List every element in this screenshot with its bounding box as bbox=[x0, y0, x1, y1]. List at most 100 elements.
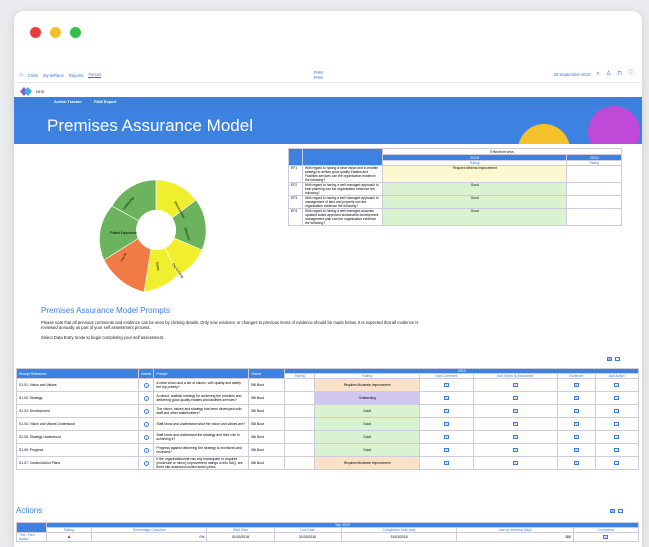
details-icon[interactable]: i bbox=[143, 395, 149, 401]
effectiveness-rating-2020[interactable] bbox=[566, 208, 622, 226]
steps-icon[interactable]: ✎ bbox=[512, 448, 518, 452]
lock-icon[interactable]: ⊓ bbox=[617, 71, 622, 77]
row-ref: S1.06: Progress bbox=[16, 443, 139, 457]
comment-icon[interactable]: ✎ bbox=[444, 461, 449, 465]
evidence-icon[interactable]: ✎ bbox=[573, 409, 579, 413]
effectiveness-rating[interactable]: Good bbox=[381, 208, 568, 226]
expand-icon[interactable]: ⤢ bbox=[615, 357, 620, 361]
details-icon[interactable]: i bbox=[143, 382, 149, 388]
add-action-icon[interactable]: + bbox=[614, 409, 620, 413]
add-action-icon[interactable]: + bbox=[614, 461, 620, 465]
details-icon[interactable]: i bbox=[143, 421, 149, 427]
steps-icon[interactable]: ✎ bbox=[512, 396, 518, 400]
steps-icon[interactable]: ✎ bbox=[512, 422, 518, 426]
user-icon[interactable]: ♙ bbox=[606, 71, 611, 77]
nav-link-crisis[interactable]: Crisis bbox=[28, 73, 38, 78]
menu-pam-export[interactable]: PAM Export bbox=[94, 99, 116, 104]
table-row: S1.03: Development i The vision, values … bbox=[16, 404, 640, 418]
add-action-icon[interactable]: + bbox=[614, 383, 620, 387]
steps-icon[interactable]: ✎ bbox=[512, 435, 518, 439]
steps-icon[interactable]: ✎ bbox=[512, 409, 518, 413]
comment-icon[interactable]: ✎ bbox=[444, 383, 449, 387]
row-prompt: Progress against delivering the strategy… bbox=[153, 443, 250, 457]
effectiveness-rating[interactable]: Requires Minimal Improvement bbox=[381, 165, 568, 183]
effectiveness-text: With regard to having a well managed app… bbox=[302, 195, 383, 209]
row-self-rating[interactable] bbox=[284, 404, 316, 418]
action-name[interactable]: Test - Red Action bbox=[16, 532, 47, 542]
effectiveness-code: EF4 bbox=[288, 208, 303, 226]
effectiveness-rating[interactable]: Good bbox=[381, 182, 568, 196]
row-ref: S1.03: Development bbox=[16, 404, 139, 418]
logo-icon bbox=[20, 87, 32, 96]
table-row: S1.06: Progress i Progress against deliv… bbox=[16, 443, 640, 457]
evidence-icon[interactable]: ✎ bbox=[573, 422, 579, 426]
row-rating: Good bbox=[314, 417, 420, 431]
row-self-rating[interactable] bbox=[284, 391, 316, 405]
minimize-dot[interactable] bbox=[50, 27, 61, 38]
steps-icon[interactable]: ✎ bbox=[512, 383, 518, 387]
add-action-icon[interactable]: + bbox=[614, 422, 620, 426]
top-nav: ⌂ Crisis My InPlace Reports Forces PAM P… bbox=[14, 67, 642, 83]
search-icon[interactable]: ⌕ bbox=[597, 71, 600, 77]
effectiveness-row: EF2 With regard to having a well managed… bbox=[288, 182, 622, 196]
row-owner: Bill Boot bbox=[248, 391, 286, 405]
row-owner: Bill Boot bbox=[248, 404, 286, 418]
table-row: S1.01: Vision and Values i A clear visio… bbox=[16, 378, 640, 392]
menu-action-tracker[interactable]: Action Tracker bbox=[54, 99, 82, 104]
nav-link-my-inplace[interactable]: My InPlace bbox=[43, 73, 64, 78]
action-row: Test - Red Action ▲ 0% 01/02/2018 31/03/… bbox=[16, 532, 640, 542]
maximize-dot[interactable] bbox=[70, 27, 81, 38]
row-prompt: The vision, values and strategy has been… bbox=[153, 404, 250, 418]
nav-center: PAM PAM bbox=[314, 70, 323, 80]
evidence-icon[interactable]: ✎ bbox=[573, 448, 579, 452]
col-owner: Owner bbox=[248, 368, 286, 379]
row-ref: S1.04: Vision and Values Understood bbox=[16, 417, 139, 431]
row-rating: Requires Moderate Improvement bbox=[314, 378, 420, 392]
comment-icon[interactable]: ✎ bbox=[444, 448, 449, 452]
details-icon[interactable]: i bbox=[143, 447, 149, 453]
evidence-icon[interactable]: ✎ bbox=[573, 383, 579, 387]
details-icon[interactable]: i bbox=[143, 408, 149, 414]
effectiveness-code: EF1 bbox=[288, 165, 303, 183]
nav-link-reports[interactable]: Reports bbox=[69, 73, 84, 78]
steps-icon[interactable]: ✎ bbox=[512, 461, 518, 465]
evidence-icon[interactable]: ✎ bbox=[573, 396, 579, 400]
row-rating: Outstanding bbox=[314, 391, 420, 405]
row-self-rating[interactable] bbox=[284, 378, 316, 392]
row-self-rating[interactable] bbox=[284, 443, 316, 457]
comment-icon[interactable]: ✎ bbox=[444, 409, 449, 413]
evidence-icon[interactable]: ✎ bbox=[573, 435, 579, 439]
nav-link-forces[interactable]: Forces bbox=[88, 72, 102, 78]
add-action-icon[interactable]: + bbox=[614, 396, 620, 400]
home-icon[interactable]: ⌂ bbox=[19, 72, 23, 78]
help-icon[interactable]: ⓘ bbox=[628, 71, 634, 77]
actions-expand-icon[interactable]: ⤢ bbox=[618, 509, 623, 513]
comment-icon[interactable]: ✎ bbox=[444, 435, 449, 439]
effectiveness-rating-2020[interactable] bbox=[566, 195, 622, 209]
close-dot[interactable] bbox=[30, 27, 41, 38]
row-owner: Bill Boot bbox=[248, 378, 286, 392]
evidence-icon[interactable]: ✎ bbox=[573, 461, 579, 465]
comment-icon[interactable]: ✎ bbox=[444, 396, 449, 400]
add-action-icon[interactable]: + bbox=[614, 435, 620, 439]
row-self-rating[interactable] bbox=[284, 417, 316, 431]
effectiveness-rating-2020[interactable] bbox=[566, 165, 622, 183]
actions-grid-icon[interactable]: ▦ bbox=[610, 509, 615, 513]
action-comment-icon[interactable]: ✎ bbox=[603, 535, 609, 539]
action-late: 388 bbox=[456, 532, 574, 542]
effectiveness-rating[interactable]: Good bbox=[381, 195, 568, 209]
details-icon[interactable]: i bbox=[143, 460, 149, 466]
actions-table: Sep 2019 Rating Percentage Complete Star… bbox=[16, 522, 640, 542]
row-self-rating[interactable] bbox=[284, 430, 316, 444]
effectiveness-row: EF3 With regard to having a well managed… bbox=[288, 195, 622, 209]
details-icon[interactable]: i bbox=[143, 434, 149, 440]
actions-blank-header bbox=[16, 522, 47, 533]
row-self-rating[interactable] bbox=[284, 456, 316, 470]
assurance-wheel: Effectiveness Efficiency Safety Org & Co… bbox=[99, 179, 207, 293]
effectiveness-rating-2020[interactable] bbox=[566, 182, 622, 196]
comment-icon[interactable]: ✎ bbox=[444, 422, 449, 426]
grid-icon[interactable]: ▦ bbox=[607, 357, 612, 361]
brand-row: NHS bbox=[14, 84, 642, 98]
add-action-icon[interactable]: + bbox=[614, 448, 620, 452]
page-title: Premises Assurance Model bbox=[47, 116, 253, 135]
